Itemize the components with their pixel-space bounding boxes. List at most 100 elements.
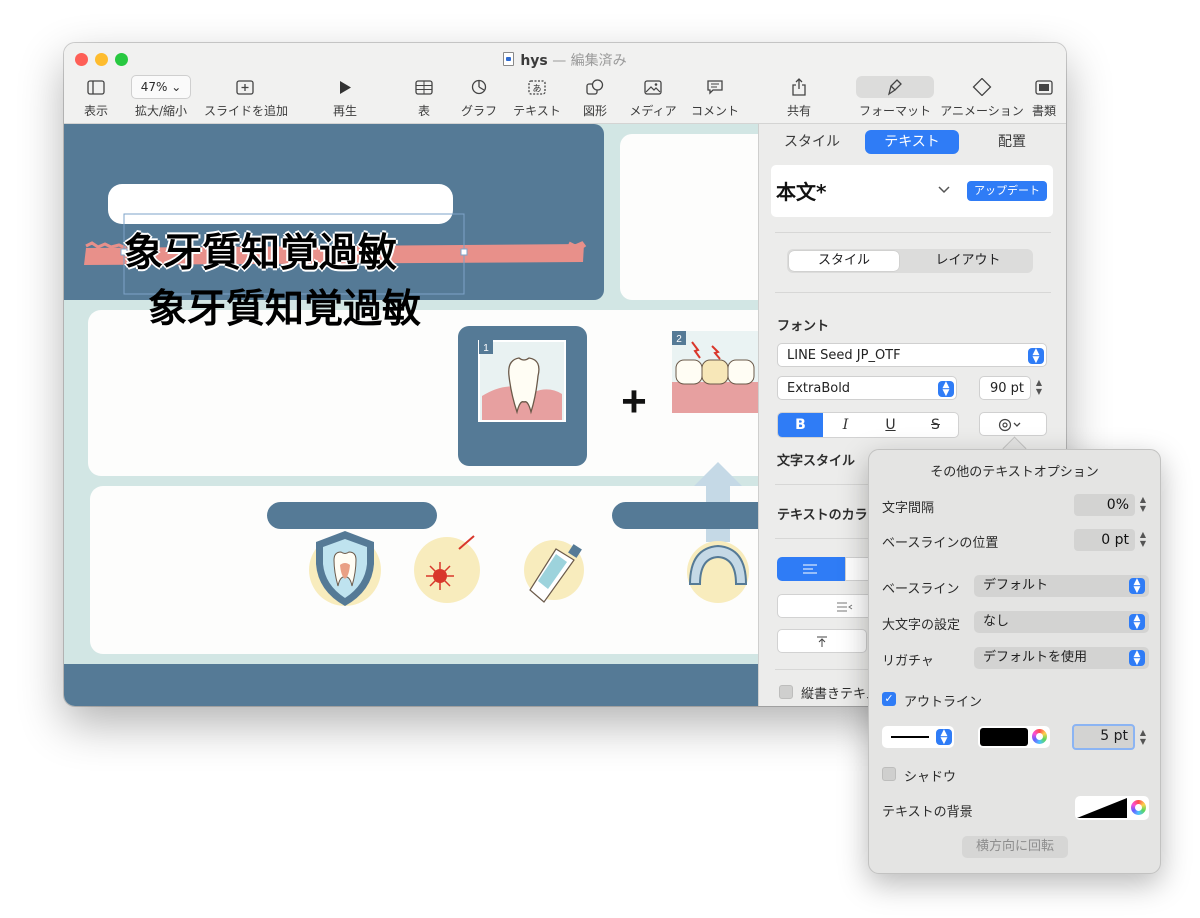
format-button[interactable]: フォーマット <box>856 76 934 119</box>
document-icon <box>503 52 515 66</box>
text-background-label: テキストの背景 <box>882 805 973 820</box>
chevron-down-icon[interactable] <box>938 186 950 194</box>
table-button[interactable]: 表 <box>410 76 438 119</box>
outline-color-swatch <box>980 728 1028 746</box>
capitalization-select[interactable]: なし ▲ ▼ <box>974 611 1149 633</box>
title-glow <box>108 184 453 224</box>
align-left-icon <box>803 564 817 574</box>
shadow-label: シャドウ <box>904 770 957 785</box>
view-button[interactable]: 表示 <box>81 76 111 119</box>
underline-button[interactable]: U <box>868 413 913 437</box>
tab-style[interactable]: スタイル <box>773 130 851 154</box>
document-panel-icon <box>1035 79 1053 95</box>
slide-title-text[interactable]: 象牙質知覚過敏 <box>124 222 397 278</box>
select-arrows-icon: ▲ ▼ <box>1129 650 1145 667</box>
outline-checkbox[interactable]: ✓ <box>882 692 896 706</box>
update-style-button[interactable]: アップデート <box>967 181 1047 201</box>
zoom-dropdown[interactable]: 47% ⌄ <box>131 75 191 99</box>
baseline-shift-label: ベースラインの位置 <box>882 536 999 551</box>
vertical-align-top-button[interactable] <box>777 629 867 653</box>
italic-button[interactable]: I <box>823 413 868 437</box>
strikethrough-button[interactable]: S <box>913 413 958 437</box>
text-button[interactable]: あ テキスト <box>510 76 564 119</box>
bold-button[interactable]: B <box>778 413 823 437</box>
slide-top-right-card <box>620 134 758 300</box>
font-style-buttons: B I U S <box>777 412 959 438</box>
play-icon <box>340 80 351 94</box>
outline-line-style-select[interactable]: ▲ ▼ <box>882 726 954 748</box>
text-box-icon: あ <box>528 79 546 95</box>
font-size-field[interactable]: 90 pt <box>979 376 1031 400</box>
font-size-stepper[interactable]: ▲ ▼ <box>1034 378 1044 398</box>
tab-arrange[interactable]: 配置 <box>969 130 1055 154</box>
segment-style[interactable]: スタイル <box>789 251 899 271</box>
popover-title: その他のテキストオプション <box>930 465 1099 480</box>
tab-text[interactable]: テキスト <box>865 130 959 154</box>
share-button[interactable]: 共有 <box>784 76 814 119</box>
align-top-icon <box>817 636 827 647</box>
vertical-text-checkbox[interactable] <box>779 685 793 699</box>
segment-layout[interactable]: レイアウト <box>905 251 1031 271</box>
character-spacing-field[interactable]: 0% <box>1074 494 1135 516</box>
rotate-horizontal-button[interactable]: 横方向に回転 <box>962 836 1068 858</box>
character-spacing-label: 文字間隔 <box>882 501 935 516</box>
title-bar: hys — 編集済み 表示 47% ⌄ 拡大/縮小 スライドを追加 再生 表 グ… <box>64 43 1066 124</box>
media-icon <box>644 79 662 95</box>
play-button[interactable]: 再生 <box>330 76 360 119</box>
capitalization-label: 大文字の設定 <box>882 618 961 633</box>
document-title: hys — 編集済み <box>64 50 1066 70</box>
slide-footer-band <box>64 664 758 706</box>
slide-canvas[interactable]: 1 + 2 象牙質知覚過敏 象牙質知覚過敏 <box>64 124 758 706</box>
outline-width-stepper[interactable]: ▲ ▼ <box>1138 728 1148 748</box>
share-icon <box>792 78 806 96</box>
sidebar-icon <box>87 79 105 95</box>
shape-button[interactable]: 図形 <box>580 76 610 119</box>
select-arrows-icon: ▲ ▼ <box>1028 348 1044 365</box>
more-text-options-popover: その他のテキストオプション 文字間隔 0% ▲ ▼ ベースラインの位置 0 pt … <box>868 449 1161 874</box>
animate-button[interactable]: アニメーション <box>940 76 1024 119</box>
solid-line-icon <box>891 736 929 738</box>
badge-2-label: 2 <box>676 334 682 345</box>
outline-width-field[interactable]: 5 pt <box>1072 724 1135 750</box>
font-heading: フォント <box>777 319 830 334</box>
svg-text:あ: あ <box>532 83 541 94</box>
comment-icon <box>707 80 723 95</box>
font-weight-select[interactable]: ExtraBold ▲ ▼ <box>777 376 957 400</box>
ligature-select[interactable]: デフォルトを使用 ▲ ▼ <box>974 647 1149 669</box>
select-arrows-icon: ▲ ▼ <box>936 729 952 746</box>
outline-label: アウトライン <box>904 695 983 710</box>
baseline-shift-field[interactable]: 0 pt <box>1074 529 1135 551</box>
select-arrows-icon: ▲ ▼ <box>938 381 954 398</box>
baseline-label: ベースライン <box>882 582 960 597</box>
shape-icon <box>586 79 604 95</box>
add-slide-button[interactable]: スライドを追加 <box>204 76 288 119</box>
style-layout-segment: スタイル レイアウト <box>787 249 1033 273</box>
baseline-shift-stepper[interactable]: ▲ ▼ <box>1138 530 1148 550</box>
paintbrush-icon <box>887 79 902 96</box>
zoom-control[interactable]: 47% ⌄ 拡大/縮小 <box>130 75 192 119</box>
font-family-select[interactable]: LINE Seed JP_OTF ▲ ▼ <box>777 343 1047 367</box>
shield-tooth-illustration <box>309 531 381 606</box>
pill-label-1 <box>267 502 437 529</box>
paragraph-style-name: 本文* <box>776 180 827 204</box>
paragraph-style-selector[interactable]: 本文* アップデート <box>771 165 1053 217</box>
shadow-checkbox[interactable] <box>882 767 896 781</box>
outline-color-well[interactable] <box>978 726 1050 748</box>
document-button[interactable]: 書類 <box>1030 76 1058 119</box>
chart-button[interactable]: グラフ <box>459 76 499 119</box>
animate-icon <box>972 78 992 96</box>
color-wheel-icon[interactable] <box>1131 800 1146 815</box>
add-slide-icon <box>236 79 254 95</box>
media-button[interactable]: メディア <box>628 76 678 119</box>
character-spacing-stepper[interactable]: ▲ ▼ <box>1138 495 1148 515</box>
align-left-button[interactable] <box>777 557 845 581</box>
baseline-select[interactable]: デフォルト ▲ ▼ <box>974 575 1149 597</box>
comment-button[interactable]: コメント <box>690 76 740 119</box>
slide-subtitle-text[interactable]: 象牙質知覚過敏 <box>148 278 421 334</box>
text-background-color-well[interactable] <box>1075 796 1149 820</box>
color-wheel-icon[interactable] <box>1032 729 1047 744</box>
inspector-tabs: スタイル テキスト 配置 <box>759 130 1066 154</box>
more-text-options-button[interactable] <box>979 412 1047 436</box>
pill-label-2 <box>612 502 758 529</box>
indent-icon <box>837 602 853 612</box>
